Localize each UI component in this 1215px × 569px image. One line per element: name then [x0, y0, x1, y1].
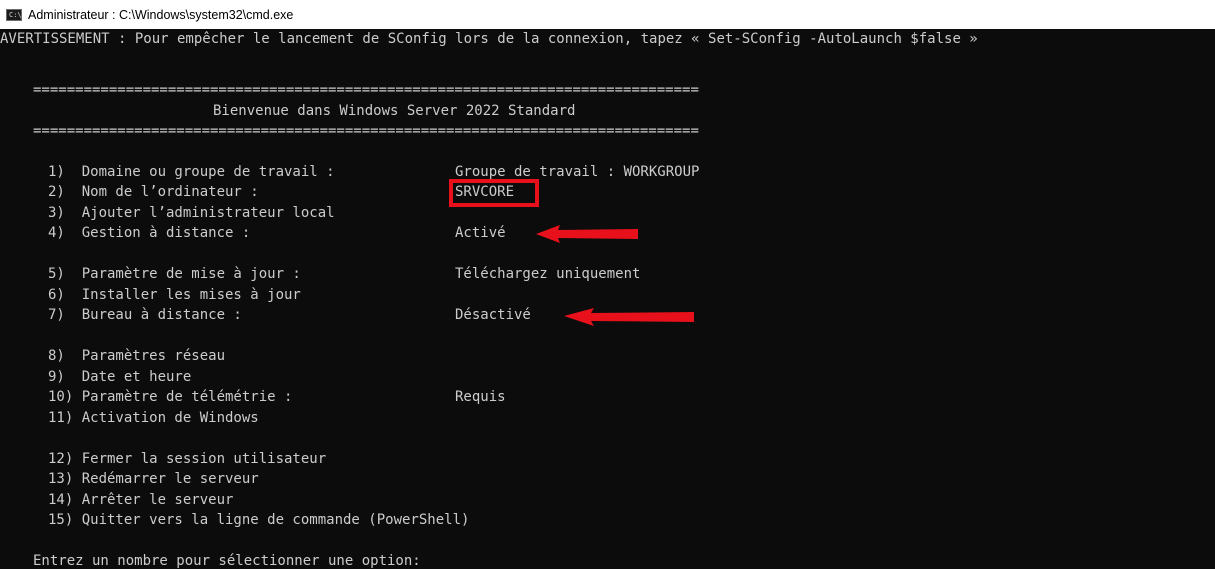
menu-item-label: 10) Paramètre de télémétrie :	[48, 389, 293, 405]
menu-item-label: 3) Ajouter l’administrateur local	[48, 205, 335, 221]
annotation-arrow-icon	[536, 225, 638, 243]
menu-item-label: 4) Gestion à distance :	[48, 225, 251, 241]
input-prompt: Entrez un nombre pour sélectionner une o…	[33, 553, 421, 569]
separator-bottom: ========================================…	[33, 123, 699, 139]
menu-item-label: 6) Installer les mises à jour	[48, 287, 301, 303]
remote-desktop-value: Désactivé	[455, 307, 531, 323]
menu-item-label: 13) Redémarrer le serveur	[48, 471, 259, 487]
menu-item-label: 2) Nom de l’ordinateur :	[48, 184, 259, 200]
menu-item-value: Téléchargez uniquement	[455, 266, 641, 282]
menu-item-value: Requis	[455, 389, 506, 405]
window-title: Administrateur : C:\Windows\system32\cmd…	[28, 7, 294, 22]
annotation-highlight-box	[449, 179, 539, 207]
console-output[interactable]: AVERTISSEMENT : Pour empêcher le lanceme…	[0, 29, 1215, 569]
window-titlebar[interactable]: C:\ Administrateur : C:\Windows\system32…	[0, 0, 1215, 29]
welcome-title: Bienvenue dans Windows Server 2022 Stand…	[213, 103, 576, 119]
menu-item-label: 5) Paramètre de mise à jour :	[48, 266, 301, 282]
menu-item-label: 9) Date et heure	[48, 369, 192, 385]
menu-item-label: 11) Activation de Windows	[48, 410, 259, 426]
separator-top: ========================================…	[33, 82, 699, 98]
menu-item-label: 8) Paramètres réseau	[48, 348, 226, 364]
menu-item-label: 7) Bureau à distance :	[48, 307, 242, 323]
menu-item-label: 15) Quitter vers la ligne de commande (P…	[48, 512, 470, 528]
cmd-icon[interactable]: C:\	[6, 8, 22, 21]
menu-item-label: 14) Arrêter le serveur	[48, 492, 234, 508]
menu-item-label: 1) Domaine ou groupe de travail :	[48, 164, 335, 180]
warning-line: AVERTISSEMENT : Pour empêcher le lanceme…	[0, 31, 978, 47]
annotation-arrow-icon	[564, 308, 694, 326]
menu-item-label: 12) Fermer la session utilisateur	[48, 451, 327, 467]
remote-management-value: Activé	[455, 225, 506, 241]
cmd-icon-glyph: C:\	[9, 10, 22, 19]
